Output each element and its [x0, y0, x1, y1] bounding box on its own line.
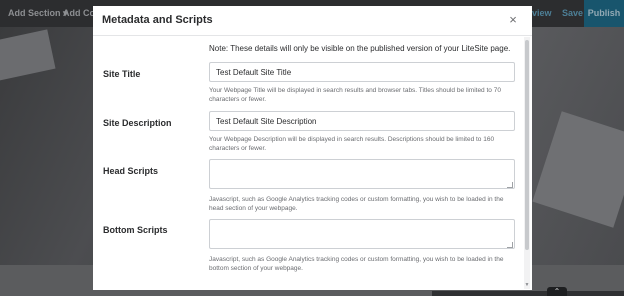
- bottom-scripts-label: Bottom Scripts: [103, 225, 168, 235]
- visibility-note: Note: These details will only be visible…: [209, 44, 511, 53]
- metadata-scripts-modal: Metadata and Scripts × Note: These detai…: [93, 6, 532, 290]
- close-icon[interactable]: ×: [506, 13, 520, 27]
- resize-grip-icon[interactable]: [507, 242, 513, 248]
- publish-button[interactable]: Publish: [584, 0, 624, 27]
- background-image-left: [0, 29, 56, 81]
- add-section-button[interactable]: Add Section ▾: [8, 0, 68, 27]
- save-button[interactable]: Save: [562, 0, 583, 27]
- bottom-scripts-help: Javascript, such as Google Analytics tra…: [209, 256, 504, 272]
- site-description-label: Site Description: [103, 118, 172, 128]
- site-title-help: Your Webpage Title will be displayed in …: [209, 87, 501, 103]
- modal-header: Metadata and Scripts ×: [93, 6, 532, 36]
- site-description-input[interactable]: [209, 111, 515, 131]
- scroll-up-button[interactable]: ⌃: [547, 287, 567, 296]
- background-image-right: [532, 111, 624, 228]
- resize-grip-icon[interactable]: [507, 182, 513, 188]
- scroll-down-arrow-icon[interactable]: ▼: [524, 282, 530, 288]
- modal-title: Metadata and Scripts: [102, 14, 213, 26]
- scrollbar-thumb[interactable]: [525, 40, 529, 250]
- bottom-scripts-textarea[interactable]: [209, 219, 515, 249]
- site-title-label: Site Title: [103, 69, 141, 79]
- head-scripts-textarea[interactable]: [209, 159, 515, 189]
- bottom-bar: [432, 291, 624, 296]
- site-title-input[interactable]: [209, 62, 515, 82]
- view-button[interactable]: view: [532, 0, 552, 27]
- site-description-help: Your Webpage Description will be display…: [209, 136, 495, 152]
- head-scripts-help: Javascript, such as Google Analytics tra…: [209, 196, 504, 212]
- head-scripts-label: Head Scripts: [103, 166, 159, 176]
- chevron-up-icon: ⌃: [553, 287, 561, 296]
